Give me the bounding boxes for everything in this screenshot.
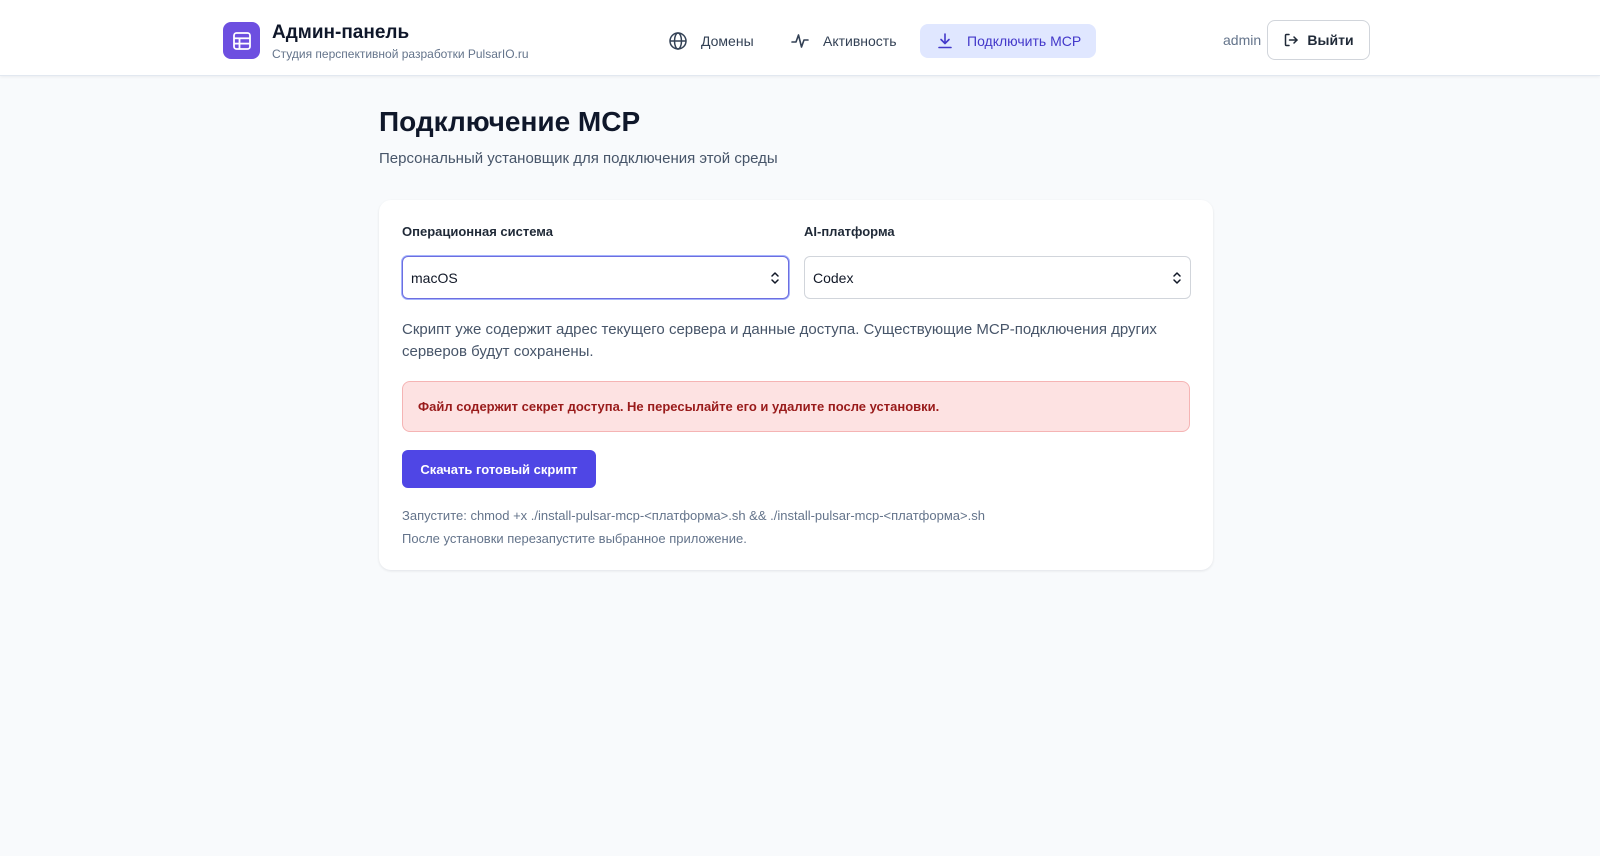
download-icon [938, 33, 952, 49]
nav-item-domains[interactable]: Домены [652, 24, 770, 58]
alert-text: Файл содержит секрет доступа. Не пересыл… [418, 399, 940, 414]
page-subtitle: Персональный установщик для подключения … [379, 150, 778, 167]
nav-item-connect-mcp[interactable]: Подключить MCP [920, 24, 1096, 58]
script-description: Скрипт уже содержит адрес текущего серве… [402, 321, 1157, 360]
logout-label: Выйти [1307, 32, 1354, 48]
current-user: admin [1223, 32, 1262, 48]
nav-item-label: Активность [823, 33, 897, 49]
platform-select-value: Codex [813, 269, 854, 286]
platform-label: AI-платформа [804, 224, 895, 239]
app-subtitle: Студия перспективной разработки PulsarIO… [272, 47, 529, 61]
chevron-updown-icon [1173, 271, 1181, 284]
os-select-value: macOS [411, 269, 458, 286]
logout-icon [1285, 33, 1299, 47]
nav-item-label: Домены [701, 33, 754, 49]
globe-icon [669, 32, 687, 50]
os-select[interactable]: macOS [402, 256, 789, 299]
chevron-updown-icon [771, 271, 779, 284]
platform-select[interactable]: Codex [804, 256, 1191, 299]
restart-hint: После установки перезапустите выбранное … [402, 531, 747, 546]
page-title: Подключение MCP [379, 106, 641, 137]
download-script-button[interactable]: Скачать готовый скрипт [402, 450, 596, 488]
installer-card: Операционная система macOS AI-платформа … [379, 200, 1213, 570]
activity-icon [791, 34, 809, 48]
app-logo[interactable] [223, 22, 260, 59]
nav-item-activity[interactable]: Активность [774, 24, 913, 58]
os-label: Операционная система [402, 224, 553, 239]
top-header: Админ-панель Студия перспективной разраб… [0, 0, 1600, 76]
run-command-hint: Запустите: chmod +x ./install-pulsar-mcp… [402, 508, 985, 523]
secret-warning-alert: Файл содержит секрет доступа. Не пересыл… [402, 381, 1190, 432]
app-title: Админ-панель [272, 22, 410, 43]
nav-item-label: Подключить MCP [967, 33, 1082, 49]
table-icon [232, 31, 251, 50]
logout-button[interactable]: Выйти [1267, 20, 1370, 60]
